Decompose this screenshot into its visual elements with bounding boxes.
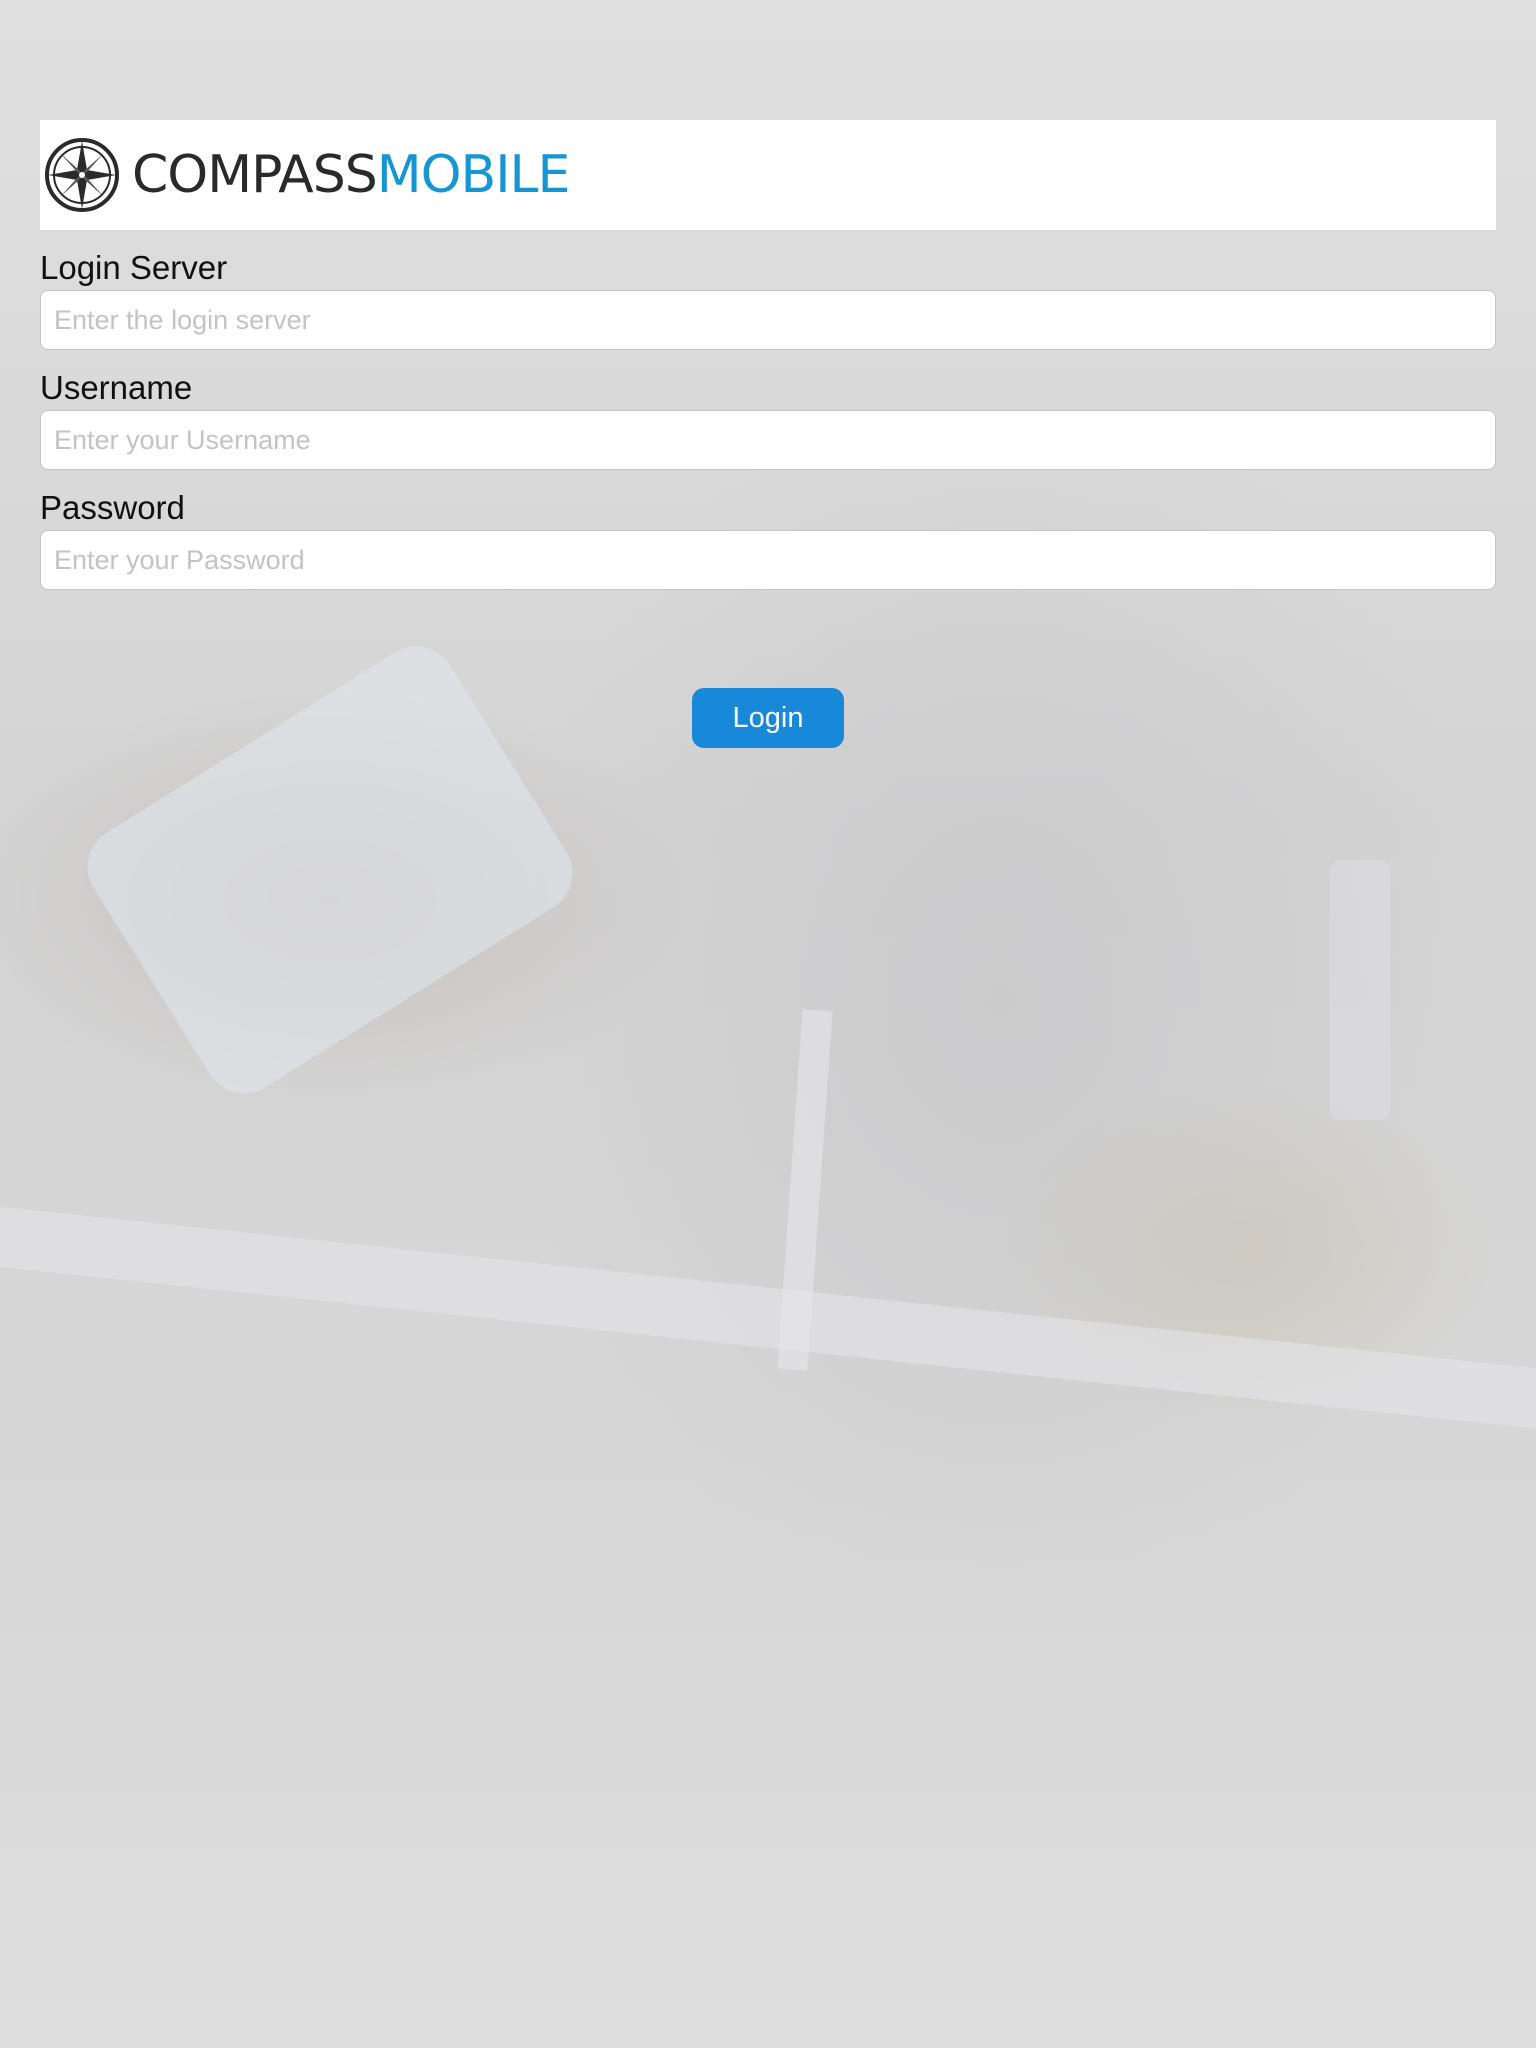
brand-name: COMPASSMOBILE [132, 149, 570, 201]
login-server-input[interactable] [40, 290, 1496, 350]
password-label: Password [40, 489, 185, 526]
username-input[interactable] [40, 410, 1496, 470]
logo-banner: COMPASSMOBILE [40, 120, 1496, 230]
username-label: Username [40, 369, 193, 406]
brand-name-part1: COMPASS [132, 145, 378, 205]
login-form: COMPASSMOBILE Login Server Username Pass… [40, 120, 1496, 748]
login-server-label: Login Server [40, 249, 228, 286]
brand-name-part2: MOBILE [376, 145, 571, 205]
compass-icon [44, 137, 120, 213]
password-input[interactable] [40, 530, 1496, 590]
login-button[interactable]: Login [692, 688, 844, 748]
background-tap-shape [1330, 860, 1390, 1120]
login-button-container: Login [40, 688, 1496, 748]
